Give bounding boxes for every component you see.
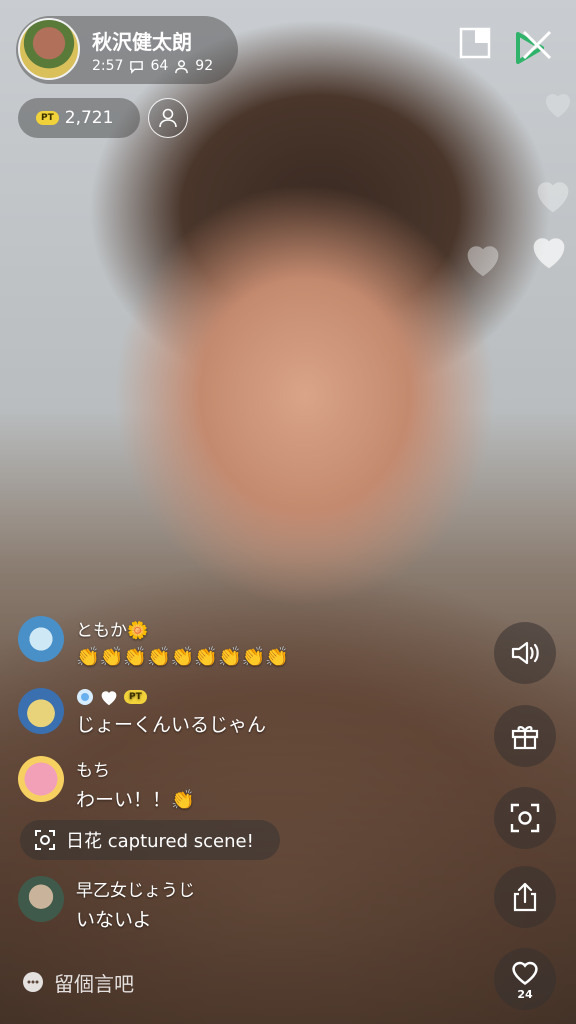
- viewer-icon: [175, 59, 189, 73]
- close-icon[interactable]: [512, 26, 554, 68]
- share-icon: [513, 882, 537, 912]
- commenter-avatar[interactable]: [18, 616, 64, 662]
- comment-text: じょーくんいるじゃん: [76, 714, 267, 736]
- comment-item[interactable]: もち わーい！！👏: [18, 756, 195, 812]
- capture-icon: [35, 830, 55, 850]
- floating-heart-icon: [533, 238, 565, 269]
- speaker-icon: [511, 641, 539, 665]
- comment-item[interactable]: 早乙女じょうじ いないよ: [18, 876, 195, 932]
- stream-time: 2:57: [92, 58, 124, 74]
- commenter-avatar[interactable]: [18, 876, 64, 922]
- commenter-name[interactable]: ともか🌼: [76, 616, 289, 641]
- floating-heart-icon: [545, 93, 571, 118]
- floating-heart-icon: [467, 246, 499, 277]
- commenter-name[interactable]: 早乙女じょうじ: [76, 876, 195, 901]
- commenter-name[interactable]: もち: [76, 756, 195, 781]
- viewer-count: 92: [195, 58, 214, 74]
- heart-icon: [512, 961, 538, 985]
- captured-scene-notice: 日花 captured scene!: [20, 820, 280, 860]
- host-name: 秋沢健太朗: [92, 30, 192, 54]
- comment-icon: [130, 60, 144, 74]
- comment-text: わーい！！👏: [76, 789, 195, 811]
- comment-text: 👏👏👏👏👏👏👏👏👏: [76, 646, 289, 668]
- comment-text: いないよ: [76, 909, 152, 931]
- host-avatar[interactable]: [18, 18, 80, 80]
- picture-in-picture-icon[interactable]: [458, 26, 492, 60]
- comment-input[interactable]: 留個言吧: [0, 940, 486, 1024]
- user-list-button[interactable]: [148, 98, 188, 138]
- commenter-badges: PT: [76, 688, 266, 706]
- pt-badge: PT: [36, 111, 59, 125]
- comment-item[interactable]: ともか🌼 👏👏👏👏👏👏👏👏👏: [18, 616, 289, 668]
- like-button[interactable]: 24: [494, 948, 556, 1010]
- user-icon: [159, 108, 177, 128]
- capture-button[interactable]: [494, 787, 556, 849]
- circle-badge-icon: [77, 689, 93, 705]
- points-pill[interactable]: PT 2,721: [18, 98, 140, 138]
- pt-badge: PT: [124, 690, 147, 704]
- comment-item[interactable]: PT じょーくんいるじゃん: [18, 688, 266, 737]
- commenter-avatar[interactable]: [18, 756, 64, 802]
- points-value: 2,721: [64, 108, 114, 128]
- commenter-avatar[interactable]: [18, 688, 64, 734]
- like-count: 24: [517, 987, 533, 1001]
- chat-bubble-icon: [23, 972, 43, 992]
- capture-text: 日花 captured scene!: [66, 831, 254, 852]
- volume-button[interactable]: [494, 622, 556, 684]
- gift-button[interactable]: [494, 705, 556, 767]
- share-button[interactable]: [494, 866, 556, 928]
- gift-icon: [511, 726, 539, 750]
- host-stats: 2:57 64 92: [92, 58, 213, 74]
- comment-count: 64: [150, 58, 169, 74]
- capture-icon: [510, 803, 540, 833]
- input-placeholder: 留個言吧: [54, 971, 134, 996]
- floating-heart-icon: [537, 182, 569, 213]
- heart-badge-icon: [101, 691, 117, 706]
